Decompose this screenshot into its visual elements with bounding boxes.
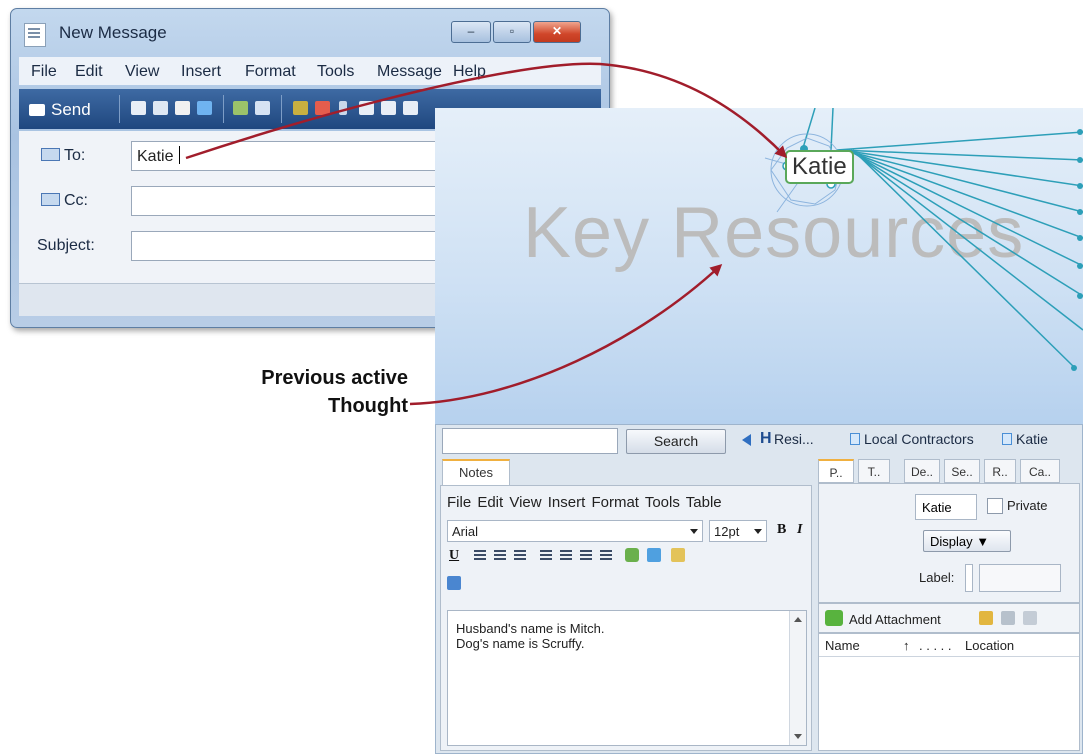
arrow-previous-thought xyxy=(409,263,723,406)
annotation-arrows xyxy=(185,62,788,406)
arrow-to-katie xyxy=(185,62,788,160)
